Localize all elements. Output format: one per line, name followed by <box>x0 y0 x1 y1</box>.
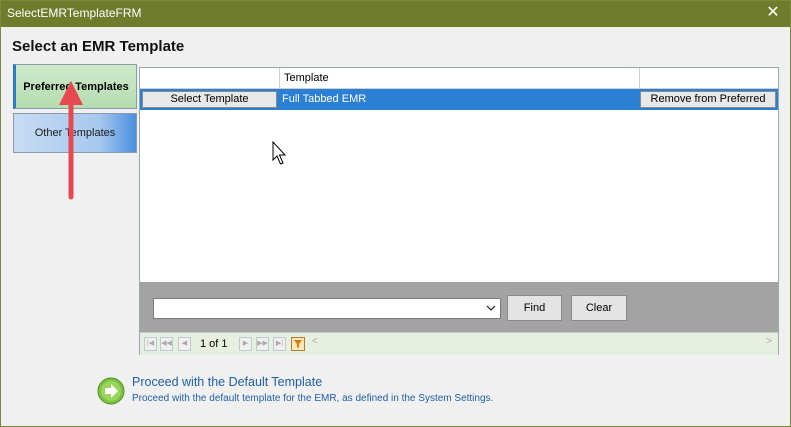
chevron-down-icon[interactable] <box>484 300 498 317</box>
proceed-description: Proceed with the default template for th… <box>132 393 494 404</box>
clear-button[interactable]: Clear <box>571 295 627 321</box>
first-page-icon[interactable]: |◀ <box>144 337 157 351</box>
annotation-arrow-icon <box>59 81 83 200</box>
pager: |◀ ◀◀ ◀ 1 of 1 ▶ ▶▶ ▶| < > <box>140 332 778 355</box>
dialog-window: SelectEMRTemplateFRM ✕ Select an EMR Tem… <box>0 0 791 427</box>
prev-page-icon[interactable]: ◀ <box>178 337 191 351</box>
filter-icon[interactable] <box>291 337 305 351</box>
column-header-action <box>140 68 280 88</box>
filter-bar: Find Clear <box>140 282 778 332</box>
proceed-arrow-icon[interactable] <box>97 377 125 405</box>
close-icon[interactable]: ✕ <box>764 4 782 22</box>
column-header-remove <box>640 68 778 88</box>
prev-block-icon[interactable]: ◀◀ <box>160 337 173 351</box>
window-title: SelectEMRTemplateFRM <box>7 6 142 20</box>
find-button[interactable]: Find <box>507 295 562 321</box>
last-page-icon[interactable]: ▶| <box>273 337 286 351</box>
mouse-cursor-icon <box>272 141 287 165</box>
grid-header: Template <box>140 68 778 89</box>
templates-grid-panel: Template Select Template Full Tabbed EMR… <box>139 67 779 355</box>
proceed-default-template-link[interactable]: Proceed with the Default Template <box>132 375 322 389</box>
select-template-button[interactable]: Select Template <box>142 91 277 108</box>
scroll-left-icon[interactable]: < <box>312 336 318 347</box>
remove-from-preferred-button[interactable]: Remove from Preferred <box>640 91 776 108</box>
title-bar: SelectEMRTemplateFRM ✕ <box>1 1 790 27</box>
next-page-icon[interactable]: ▶ <box>239 337 252 351</box>
page-info: 1 of 1 <box>200 338 228 350</box>
template-name-cell: Full Tabbed EMR <box>282 93 367 105</box>
table-row[interactable]: Select Template Full Tabbed EMR Remove f… <box>140 89 778 110</box>
scroll-right-icon[interactable]: > <box>766 336 772 347</box>
page-title: Select an EMR Template <box>12 38 185 55</box>
filter-combobox[interactable] <box>153 298 501 319</box>
next-block-icon[interactable]: ▶▶ <box>256 337 269 351</box>
column-header-template[interactable]: Template <box>280 68 640 88</box>
